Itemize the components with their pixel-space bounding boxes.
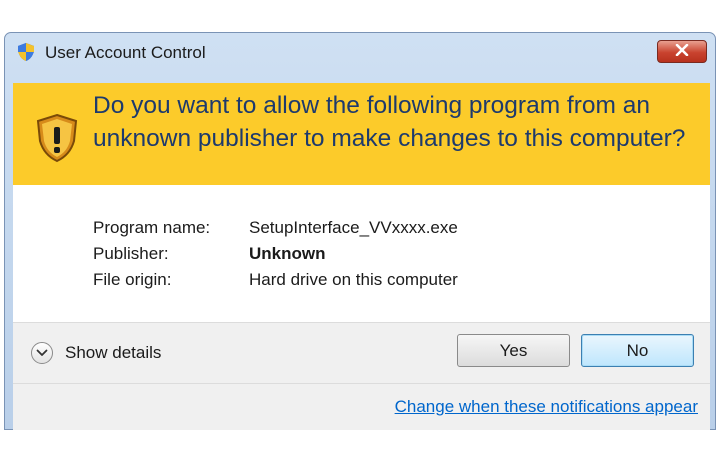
close-button[interactable] — [657, 40, 707, 63]
chevron-down-icon[interactable] — [31, 342, 53, 364]
footer: Change when these notifications appear — [13, 383, 710, 430]
show-details-toggle[interactable]: Show details — [31, 340, 161, 366]
title-bar[interactable]: User Account Control — [5, 33, 715, 69]
program-name-value: SetupInterface_VVxxxx.exe — [249, 218, 458, 237]
publisher-label: Publisher: — [93, 244, 169, 263]
show-details-label[interactable]: Show details — [65, 343, 161, 363]
change-notifications-link[interactable]: Change when these notifications appear — [395, 397, 698, 417]
action-bar: Show details Yes No — [13, 322, 710, 383]
window-title: User Account Control — [45, 43, 206, 62]
warning-banner: Do you want to allow the following progr… — [13, 83, 710, 185]
file-origin-value: Hard drive on this computer — [249, 270, 458, 289]
close-icon — [675, 43, 689, 61]
warning-shield-icon — [35, 113, 79, 163]
file-origin-label: File origin: — [93, 270, 172, 289]
program-info-panel: Program name: SetupInterface_VVxxxx.exe … — [13, 185, 710, 322]
yes-button[interactable]: Yes — [457, 334, 570, 367]
uac-prompt-question: Do you want to allow the following progr… — [93, 92, 686, 152]
no-button[interactable]: No — [581, 334, 694, 367]
program-name-label: Program name: — [93, 218, 211, 237]
publisher-value: Unknown — [249, 244, 326, 263]
uac-dialog: User Account Control Do you want to allo… — [4, 32, 716, 430]
uac-shield-icon — [16, 42, 36, 62]
